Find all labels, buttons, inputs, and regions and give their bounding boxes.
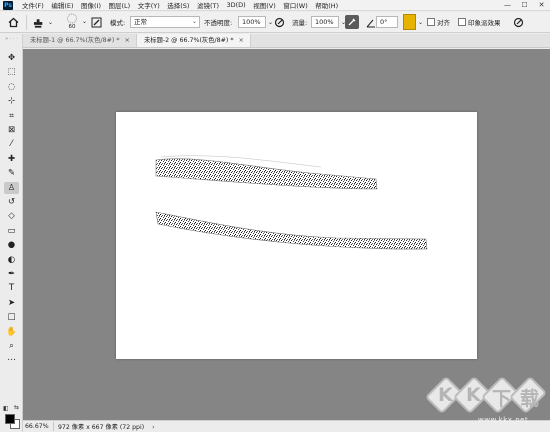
window-controls: — ☐ ✕ [499, 0, 550, 11]
mode-select[interactable]: 正常 ⌄ [130, 16, 200, 28]
tool-preset-icon[interactable] [33, 16, 46, 29]
watermark-letter: 下 [492, 388, 512, 410]
crop-icon[interactable]: ⌗ [4, 110, 19, 122]
menu-bar: Ps 文件(F) 编辑(E) 图像(I) 图层(L) 文字(Y) 选择(S) 滤… [0, 0, 550, 11]
canvas-artwork [155, 155, 428, 250]
align-checkbox[interactable] [427, 18, 435, 26]
sample-label: 印象派效果 [468, 19, 501, 27]
menu-type[interactable]: 文字(Y) [138, 0, 160, 10]
menu-view[interactable]: 视图(V) [253, 0, 276, 10]
watermark-letter: K [466, 384, 481, 406]
blur-icon[interactable]: ● [4, 239, 19, 251]
home-icon[interactable] [7, 16, 20, 29]
close-icon[interactable]: × [125, 34, 130, 47]
tab-document-1[interactable]: 未标题-1 @ 66.7%(灰色/8#) * × [23, 34, 137, 47]
eyedropper-icon[interactable]: ⁄ [4, 138, 19, 150]
align-label: 对齐 [437, 19, 450, 27]
status-menu-arrow[interactable]: › [152, 423, 155, 431]
menu-layer[interactable]: 图层(L) [109, 0, 131, 10]
tab-document-2[interactable]: 未标题-2 @ 66.7%(灰色/8#) * × [137, 34, 251, 47]
hand-icon[interactable]: ✋ [4, 326, 19, 338]
opacity-value: 100% [242, 18, 261, 26]
angle-input[interactable]: 0° [376, 16, 398, 28]
more-tools-icon[interactable]: ⋯ [4, 354, 19, 366]
marquee-icon[interactable]: ⬚ [4, 66, 19, 78]
chevron-down-icon[interactable]: ⌄ [82, 18, 87, 25]
watermark: K K 下 载 www.kkx.net [424, 374, 548, 428]
symmetry-icon[interactable] [512, 16, 525, 29]
chevron-down-icon: ⌄ [191, 18, 197, 25]
close-icon[interactable]: × [239, 34, 244, 47]
opacity-label: 不透明度: [204, 19, 233, 27]
document-info: 972 像素 x 667 像素 (72 ppi) [58, 424, 145, 431]
menu-select[interactable]: 选择(S) [167, 0, 189, 10]
lasso-icon[interactable]: ◌ [4, 81, 19, 93]
brush-stroke-1 [155, 158, 378, 190]
dodge-icon[interactable]: ◐ [4, 254, 19, 266]
foreground-color-swatch[interactable] [5, 414, 15, 424]
brush-icon[interactable]: ✎ [4, 167, 19, 179]
watermark-url: www.kkx.net [478, 416, 529, 424]
brush-stroke-2 [155, 211, 428, 250]
brush-tip-icon [67, 13, 77, 24]
airbrush-icon[interactable] [345, 15, 359, 29]
mode-label: 模式: [110, 19, 126, 27]
move-icon[interactable]: ✥ [4, 52, 19, 64]
toolbar: » · · · ✥ ⬚ ◌ ⊹ ⌗ ⊠ ⁄ ✚ ✎ ♙ ↺ ◇ ▭ ● ◐ ✒ T ➤ □ ✋ ⌕ ⋯ ◧ ⇆ [0, 34, 23, 432]
pen-icon[interactable]: ✒ [4, 268, 19, 280]
default-colors-icon[interactable]: ◧ [3, 405, 9, 412]
chevron-down-icon[interactable]: ⌄ [48, 19, 53, 26]
flow-label: 流量: [292, 19, 308, 27]
menu-file[interactable]: 文件(F) [22, 0, 44, 10]
close-window-button[interactable]: ✕ [533, 0, 550, 11]
rectangle-icon[interactable]: □ [4, 311, 19, 323]
healing-brush-icon[interactable]: ✚ [4, 153, 19, 165]
tab-label: 未标题-2 @ 66.7%(灰色/8#) * [144, 37, 234, 44]
toolbar-grip-icon[interactable]: » · · · [5, 36, 18, 42]
options-bar: ⌄ 60 ⌄ 模式: 正常 ⌄ 不透明度: 100% ⌄ 流量: 100% ⌄ … [0, 12, 550, 33]
status-divider [53, 422, 54, 431]
pressure-size-icon[interactable] [403, 14, 416, 30]
sample-checkbox[interactable] [458, 18, 466, 26]
path-select-icon[interactable]: ➤ [4, 297, 19, 309]
type-icon[interactable]: T [4, 282, 19, 294]
tab-label: 未标题-1 @ 66.7%(灰色/8#) * [30, 37, 120, 44]
opacity-input[interactable]: 100% [238, 16, 266, 28]
flow-value: 100% [315, 18, 334, 26]
chevron-down-icon[interactable]: ⌄ [418, 19, 423, 26]
flow-input[interactable]: 100% [311, 16, 339, 28]
zoom-icon[interactable]: ⌕ [4, 340, 19, 352]
watermark-letter: K [438, 384, 453, 406]
watermark-letter: 载 [520, 388, 540, 410]
menu-help[interactable]: 帮助(H) [315, 0, 338, 10]
angle-value: 0° [380, 18, 388, 26]
menu-window[interactable]: 窗口(W) [283, 0, 308, 10]
maximize-button[interactable]: ☐ [516, 0, 533, 11]
brush-settings-icon[interactable] [90, 16, 103, 29]
history-brush-icon[interactable]: ↺ [4, 196, 19, 208]
document-canvas[interactable] [116, 112, 477, 359]
quick-select-icon[interactable]: ⊹ [4, 95, 19, 107]
gradient-icon[interactable]: ▭ [4, 225, 19, 237]
mode-value: 正常 [134, 18, 147, 26]
clone-stamp-icon[interactable]: ♙ [4, 181, 19, 194]
menu-edit[interactable]: 编辑(E) [51, 0, 73, 10]
document-tabs: 未标题-1 @ 66.7%(灰色/8#) * × 未标题-2 @ 66.7%(灰… [23, 34, 550, 48]
swap-colors-icon[interactable]: ⇆ [14, 404, 19, 411]
minimize-button[interactable]: — [499, 0, 516, 11]
pressure-opacity-icon[interactable] [273, 16, 286, 29]
eraser-icon[interactable]: ◇ [4, 210, 19, 222]
zoom-level[interactable]: 66.67% [23, 423, 53, 430]
menu-3d[interactable]: 3D(D) [227, 1, 246, 9]
photoshop-logo: Ps [3, 0, 13, 10]
menu-image[interactable]: 图像(I) [81, 0, 101, 10]
brush-preset-picker[interactable]: 60 [63, 13, 81, 32]
menu-filter[interactable]: 滤镜(T) [197, 0, 219, 10]
brush-size-value: 60 [68, 24, 76, 30]
frame-icon[interactable]: ⊠ [4, 124, 19, 136]
